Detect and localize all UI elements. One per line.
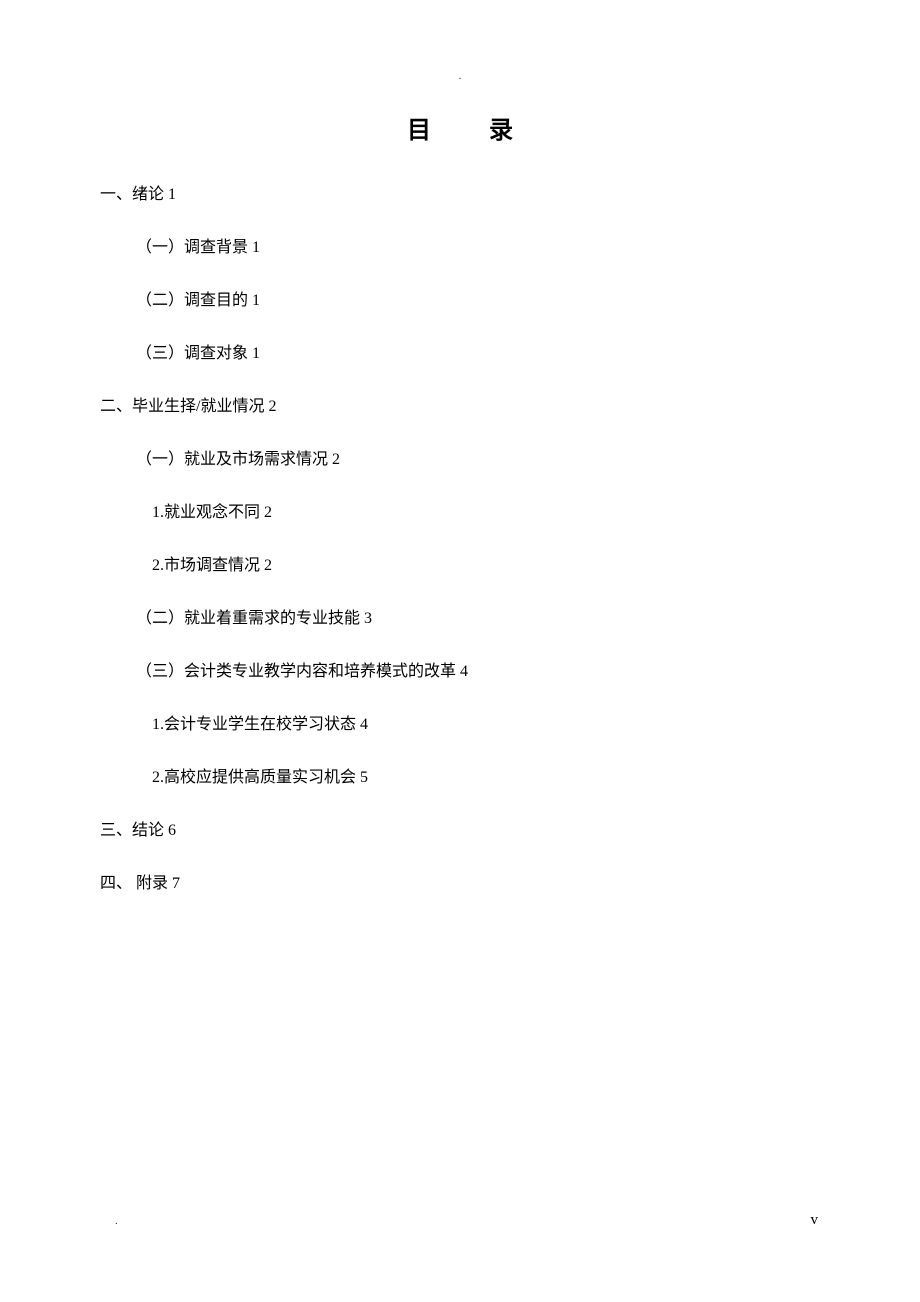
toc-entry-text: 一、绪论 [100, 186, 164, 203]
toc-entry-page: 7 [172, 875, 180, 892]
toc-title: 目录 [100, 110, 820, 145]
toc-entry-page: 5 [360, 769, 368, 786]
toc-entry-text: 2.市场调查情况 [152, 557, 260, 574]
toc-entry-page: 6 [168, 822, 176, 839]
toc-entry-text: 二、毕业生择/就业情况 [100, 398, 264, 415]
toc-entry-page: 4 [460, 663, 468, 680]
toc-entry-text: 三、结论 [100, 822, 164, 839]
toc-entry: 一、绪论 1 [100, 183, 820, 207]
toc-entry-page: 2 [332, 451, 340, 468]
toc-entry: 三、结论 6 [100, 819, 820, 843]
toc-entry-page: 3 [364, 610, 372, 627]
toc-entry-page: 1 [168, 186, 176, 203]
toc-entry: 2.市场调查情况 2 [152, 554, 820, 578]
toc-entry: 2.高校应提供高质量实习机会 5 [152, 766, 820, 790]
title-char-1: 目 [407, 118, 431, 144]
toc-entry-page: 2 [264, 557, 272, 574]
toc-entry-text: 1.会计专业学生在校学习状态 [152, 716, 356, 733]
footer-left-mark: . [115, 1215, 118, 1227]
footer-page-number: v [811, 1212, 819, 1229]
toc-entry-text: （一）就业及市场需求情况 [136, 451, 328, 468]
toc-entry-text: 四、 附录 [100, 875, 168, 892]
toc-entry-page: 1 [252, 239, 260, 256]
page-content: 目录 一、绪论 1 （一）调查背景 1 （二）调查目的 1 （三）调查对象 1 … [0, 0, 920, 975]
toc-entry-text: （二）就业着重需求的专业技能 [136, 610, 360, 627]
header-mark: . [459, 70, 462, 82]
toc-entry: （二）就业着重需求的专业技能 3 [136, 607, 820, 631]
toc-entry-text: （二）调查目的 [136, 292, 248, 309]
toc-entry-page: 4 [360, 716, 368, 733]
title-char-2: 录 [489, 118, 513, 144]
toc-entry-page: 1 [252, 292, 260, 309]
toc-entry: （一）调查背景 1 [136, 236, 820, 260]
toc-entry: 1.就业观念不同 2 [152, 501, 820, 525]
toc-entry-text: （三）会计类专业教学内容和培养模式的改革 [136, 663, 456, 680]
toc-entry: （二）调查目的 1 [136, 289, 820, 313]
toc-entry: （三）会计类专业教学内容和培养模式的改革 4 [136, 660, 820, 684]
toc-entry: 二、毕业生择/就业情况 2 [100, 395, 820, 419]
toc-entry: （一）就业及市场需求情况 2 [136, 448, 820, 472]
toc-entry-page: 2 [268, 398, 276, 415]
toc-entry: 四、 附录 7 [100, 872, 820, 896]
toc-entry-page: 2 [264, 504, 272, 521]
toc-entry-text: 1.就业观念不同 [152, 504, 260, 521]
toc-entry-text: （三）调查对象 [136, 345, 248, 362]
toc-entry-text: （一）调查背景 [136, 239, 248, 256]
toc-entry-page: 1 [252, 345, 260, 362]
toc-entry: （三）调查对象 1 [136, 342, 820, 366]
toc-entry: 1.会计专业学生在校学习状态 4 [152, 713, 820, 737]
toc-entry-text: 2.高校应提供高质量实习机会 [152, 769, 356, 786]
